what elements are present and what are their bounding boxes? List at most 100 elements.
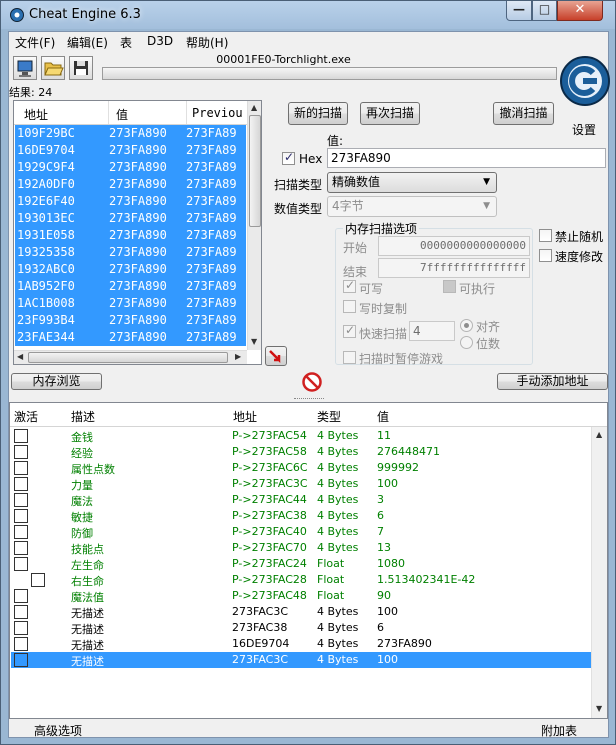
add-to-table-button[interactable]	[265, 346, 287, 366]
minimize-button[interactable]: —	[506, 1, 532, 21]
found-list-row[interactable]: 1932ABC0 273FA890 273FA89	[15, 261, 246, 278]
activate-checkbox[interactable]	[14, 509, 28, 523]
scroll-up-icon[interactable]: ▲	[251, 103, 257, 112]
activate-checkbox[interactable]	[14, 429, 28, 443]
found-list-row[interactable]: 23F993B4 273FA890 273FA89	[15, 312, 246, 329]
column-value[interactable]: 值	[116, 106, 128, 123]
activate-checkbox[interactable]	[14, 621, 28, 635]
cheat-table-row[interactable]: 魔法值 P->273FAC48 Float 90	[11, 588, 591, 604]
found-list-row[interactable]: 192A0DF0 273FA890 273FA89	[15, 176, 246, 193]
hex-checkbox[interactable]	[282, 150, 295, 165]
scroll-up-icon[interactable]: ▲	[596, 430, 602, 439]
value-input[interactable]: 273FA890	[327, 148, 606, 168]
found-list-row[interactable]: 1931E058 273FA890 273FA89	[15, 227, 246, 244]
undo-scan-button[interactable]: 撤消扫描	[493, 102, 554, 125]
fast-scan-checkbox[interactable]	[343, 323, 356, 338]
table-extras-button[interactable]: 附加表	[541, 722, 577, 739]
activate-checkbox[interactable]	[31, 573, 45, 587]
cheat-table-row[interactable]: 技能点 P->273FAC70 4 Bytes 13	[11, 540, 591, 556]
found-list-horizontal-scrollbar[interactable]: ◀ ▶	[14, 350, 247, 364]
scrollbar-thumb[interactable]	[249, 115, 261, 227]
activate-checkbox[interactable]	[14, 589, 28, 603]
activate-checkbox[interactable]	[14, 541, 28, 555]
column-separator[interactable]	[108, 101, 109, 124]
speedhack-checkbox[interactable]	[539, 249, 552, 262]
column-address[interactable]: 地址	[233, 408, 257, 425]
column-value[interactable]: 值	[377, 408, 389, 425]
settings-label[interactable]: 设置	[572, 121, 596, 138]
cheat-table-row[interactable]: 敏捷 P->273FAC38 4 Bytes 6	[11, 508, 591, 524]
memory-view-button[interactable]: 内存浏览	[11, 373, 102, 390]
found-list-row[interactable]: 193013EC 273FA890 273FA89	[15, 210, 246, 227]
next-scan-button[interactable]: 再次扫描	[360, 102, 420, 125]
cheat-table-row[interactable]: 防御 P->273FAC40 4 Bytes 7	[11, 524, 591, 540]
found-list-row[interactable]: 16DE9704 273FA890 273FA89	[15, 142, 246, 159]
advanced-options-button[interactable]: 高级选项	[34, 722, 82, 739]
executable-checkbox[interactable]	[443, 280, 456, 293]
fast-scan-input[interactable]: 4	[409, 321, 455, 341]
cheat-table-row[interactable]: 无描述 273FAC38 4 Bytes 6	[11, 620, 591, 636]
found-list-row[interactable]: 19325358 273FA890 273FA89	[15, 244, 246, 261]
add-address-manually-button[interactable]: 手动添加地址	[497, 373, 608, 390]
cheat-table-row[interactable]: 左生命 P->273FAC24 Float 1080	[11, 556, 591, 572]
menu-help[interactable]: 帮助(H)	[186, 34, 228, 51]
stop-scan-icon[interactable]	[302, 372, 322, 392]
cheat-table-row[interactable]: 经验 P->273FAC58 4 Bytes 276448471	[11, 444, 591, 460]
column-type[interactable]: 类型	[317, 408, 341, 425]
column-active[interactable]: 激活	[14, 408, 38, 425]
disable-random-checkbox[interactable]	[539, 229, 552, 242]
title-bar[interactable]: Cheat Engine 6.3 — □ ✕	[1, 1, 615, 29]
stop-address-input[interactable]: 7fffffffffffffff	[378, 258, 530, 278]
copy-on-write-checkbox[interactable]	[343, 300, 356, 313]
cheat-table-row[interactable]: 右生命 P->273FAC28 Float 1.513402341E-42	[11, 572, 591, 588]
scroll-right-icon[interactable]: ▶	[235, 352, 241, 361]
cheat-table-row[interactable]: 属性点数 P->273FAC6C 4 Bytes 999992	[11, 460, 591, 476]
pause-game-checkbox[interactable]	[343, 351, 356, 364]
scroll-down-icon[interactable]: ▼	[251, 337, 257, 346]
scroll-down-icon[interactable]: ▼	[596, 704, 602, 713]
activate-checkbox[interactable]	[14, 557, 28, 571]
column-address[interactable]: 地址	[24, 106, 48, 123]
maximize-button[interactable]: □	[532, 1, 557, 21]
found-list-row[interactable]: 109F29BC 273FA890 273FA89	[15, 125, 246, 142]
activate-checkbox[interactable]	[14, 637, 28, 651]
menu-table[interactable]: 表	[120, 34, 132, 51]
activate-checkbox[interactable]	[14, 445, 28, 459]
menu-d3d[interactable]: D3D	[147, 34, 173, 48]
found-list-row[interactable]: 1929C9F4 273FA890 273FA89	[15, 159, 246, 176]
cheat-table-row[interactable]: 无描述 16DE9704 4 Bytes 273FA890	[11, 636, 591, 652]
column-previous[interactable]: Previou	[192, 106, 243, 120]
scan-type-select[interactable]: 精确数值 ▼	[327, 172, 497, 193]
found-list-row[interactable]: 1AC1B008 273FA890 273FA89	[15, 295, 246, 312]
cheat-table-row[interactable]: 无描述 273FAC3C 4 Bytes 100	[11, 604, 591, 620]
activate-checkbox[interactable]	[14, 653, 28, 667]
found-addresses-list[interactable]: 地址 值 Previou 109F29BC 273FA890 273FA89 16DE…	[13, 100, 262, 365]
close-button[interactable]: ✕	[557, 1, 603, 21]
activate-checkbox[interactable]	[14, 525, 28, 539]
cheat-table-vertical-scrollbar[interactable]: ▲ ▼	[591, 427, 607, 718]
found-list-vertical-scrollbar[interactable]: ▲ ▼	[247, 101, 261, 350]
cheat-engine-logo[interactable]	[559, 51, 611, 121]
cheat-table[interactable]: 激活 描述 地址 类型 值 金钱 P->273FAC54 4 Bytes 11 经验 P-…	[9, 402, 608, 719]
start-address-input[interactable]: 0000000000000000	[378, 236, 530, 256]
menu-file[interactable]: 文件(F)	[15, 34, 55, 51]
scrollbar-thumb[interactable]	[28, 352, 228, 363]
align-radio[interactable]	[460, 319, 473, 332]
new-scan-button[interactable]: 新的扫描	[288, 102, 348, 125]
activate-checkbox[interactable]	[14, 477, 28, 491]
menu-edit[interactable]: 编辑(E)	[67, 34, 108, 51]
activate-checkbox[interactable]	[14, 605, 28, 619]
last-digits-radio[interactable]	[460, 336, 473, 349]
column-separator[interactable]	[186, 101, 187, 124]
cheat-table-row[interactable]: 力量 P->273FAC3C 4 Bytes 100	[11, 476, 591, 492]
cheat-table-row[interactable]: 魔法 P->273FAC44 4 Bytes 3	[11, 492, 591, 508]
cheat-table-row[interactable]: 无描述 273FAC3C 4 Bytes 100	[11, 652, 591, 668]
column-description[interactable]: 描述	[71, 408, 95, 425]
found-list-row[interactable]: 1AB952F0 273FA890 273FA89	[15, 278, 246, 295]
activate-checkbox[interactable]	[14, 493, 28, 507]
writable-checkbox[interactable]	[343, 278, 356, 293]
value-type-select[interactable]: 4字节 ▼	[327, 196, 497, 217]
found-list-row[interactable]: 23FAE344 273FA890 273FA89	[15, 329, 246, 346]
found-list-row[interactable]: 192E6F40 273FA890 273FA89	[15, 193, 246, 210]
activate-checkbox[interactable]	[14, 461, 28, 475]
